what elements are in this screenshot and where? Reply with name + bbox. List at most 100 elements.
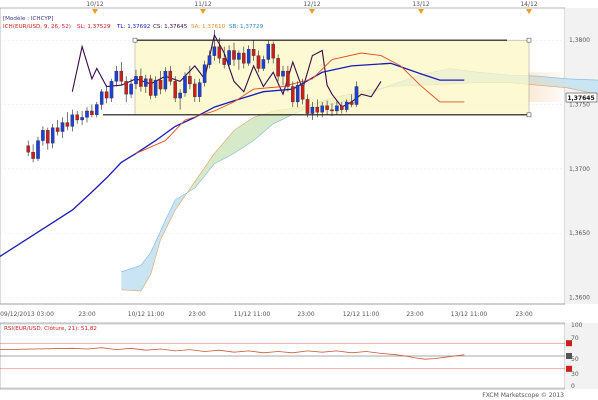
candle-body <box>26 145 30 153</box>
candle-body <box>80 117 84 121</box>
candle-body <box>70 114 75 127</box>
candle-body <box>320 105 324 113</box>
bottom-time-label: 10/12 11:00 <box>128 311 165 318</box>
candle-body <box>114 70 119 82</box>
candle-body <box>148 78 153 96</box>
candle-body <box>124 81 128 95</box>
candle-body <box>261 59 266 69</box>
range-box-handle <box>526 112 532 118</box>
candle-body <box>36 140 40 159</box>
candle-body <box>349 101 354 105</box>
candle-body <box>173 81 177 99</box>
candle-body <box>256 55 261 69</box>
candle-body <box>286 70 290 87</box>
candle-body <box>202 64 207 83</box>
bottom-time-label: 23:00 <box>515 311 532 318</box>
sb-label: SB: 1,37729 <box>229 24 264 30</box>
candle-body <box>207 55 212 65</box>
candle-body <box>41 130 45 141</box>
candle-body <box>95 104 99 115</box>
sl-label: SL: 1,37529 <box>77 24 111 30</box>
candle-body <box>129 83 133 95</box>
bottom-time-axis: 09/12/2013 03:00 23:00 10/12 11:00 23:00… <box>0 303 565 318</box>
candle-body <box>300 85 305 100</box>
bottom-time-label: 11/12 11:00 <box>234 311 271 318</box>
candle-body <box>237 52 241 60</box>
candle-body <box>271 43 275 59</box>
candle-body <box>139 76 143 87</box>
indicator-label: ICH(EUR/USD, 9, 26, 52) <box>3 24 71 30</box>
candle-body <box>104 91 109 99</box>
candle-body <box>276 58 280 77</box>
candle-body <box>354 86 359 105</box>
rsi-level-label: 70 <box>571 335 579 342</box>
candle-body <box>50 127 55 144</box>
candle-body <box>232 50 236 60</box>
price-tick-label: 1,3600 <box>569 295 590 302</box>
candle-body <box>46 130 50 144</box>
top-time-label: 10/12 <box>86 1 103 8</box>
range-box-handle <box>132 37 138 43</box>
candle-body <box>251 49 256 56</box>
bottom-time-label: 23:00 <box>297 311 314 318</box>
price-tick-label: 1,3650 <box>569 230 590 237</box>
bottom-time-label: 09/12/2013 03:00 <box>0 311 54 318</box>
chart-window: 10/12 11/12 12/12 13/12 14/12 1,3800 1,37… <box>0 0 598 400</box>
candle-body <box>325 105 329 110</box>
rsi-level-label: 30 <box>571 371 579 378</box>
bottom-time-label: 13/12 11:00 <box>451 311 488 318</box>
ichimoku-chart: 10/12 11/12 12/12 13/12 14/12 1,3800 1,37… <box>0 1 598 399</box>
rsi-level-label: 100 <box>571 322 583 329</box>
candle-body <box>109 81 114 99</box>
candle-body <box>305 99 310 114</box>
candle-body <box>217 46 222 59</box>
candle-body <box>163 70 168 90</box>
price-tick-label: 1,3700 <box>569 166 590 173</box>
candle-body <box>99 91 104 105</box>
price-axis[interactable] <box>565 8 598 304</box>
top-time-label: 11/12 <box>194 1 211 8</box>
price-tick-label: 1,3800 <box>569 37 590 44</box>
sa-label: SA: 1,37610 <box>191 24 226 30</box>
bottom-time-label: 23:00 <box>78 311 95 318</box>
candle-body <box>335 105 339 112</box>
candle-body <box>310 106 315 114</box>
candle-body <box>55 127 60 132</box>
candle-body <box>227 50 231 65</box>
candle-body <box>315 106 320 113</box>
candle-body <box>75 114 79 121</box>
range-box-handle <box>526 37 532 43</box>
candle-body <box>291 86 295 103</box>
candle-body <box>158 79 163 90</box>
candle-body <box>212 46 217 56</box>
candle-body <box>222 58 226 65</box>
candle-body <box>266 43 271 60</box>
top-time-label: 13/12 <box>412 1 429 8</box>
bottom-time-label: 12/12 11:00 <box>343 311 380 318</box>
tl-label: TL: 1,37692 <box>116 24 150 30</box>
top-time-label: 12/12 <box>303 1 320 8</box>
candle-body <box>85 110 89 118</box>
rsi-label: RSI(EUR/USD, Clôture, 21): 51,82 <box>4 325 97 332</box>
candle-body <box>31 151 35 159</box>
candle-body <box>340 105 344 110</box>
candle-body <box>153 79 158 96</box>
bottom-time-label: 23:00 <box>406 311 423 318</box>
rsi-level-label: 0 <box>571 383 575 390</box>
current-price-tag: 1,37645 <box>565 92 598 103</box>
candle-body <box>183 76 187 94</box>
candle-body <box>90 110 94 115</box>
current-price-label: 1,37645 <box>567 95 594 102</box>
rsi-level-label: 50 <box>571 356 579 363</box>
candle-body <box>65 122 70 127</box>
bottom-time-label: 23:00 <box>188 311 205 318</box>
candle-body <box>134 76 138 85</box>
price-tick-label: 1,3750 <box>569 102 590 109</box>
candle-body <box>344 101 349 110</box>
footer-copyright: FXCM Marketscope © 2013 <box>482 392 564 399</box>
top-time-label: 14/12 <box>520 1 537 8</box>
candle-body <box>168 70 173 82</box>
candle-body <box>242 52 246 64</box>
candle-body <box>197 82 202 97</box>
candle-body <box>119 70 124 82</box>
